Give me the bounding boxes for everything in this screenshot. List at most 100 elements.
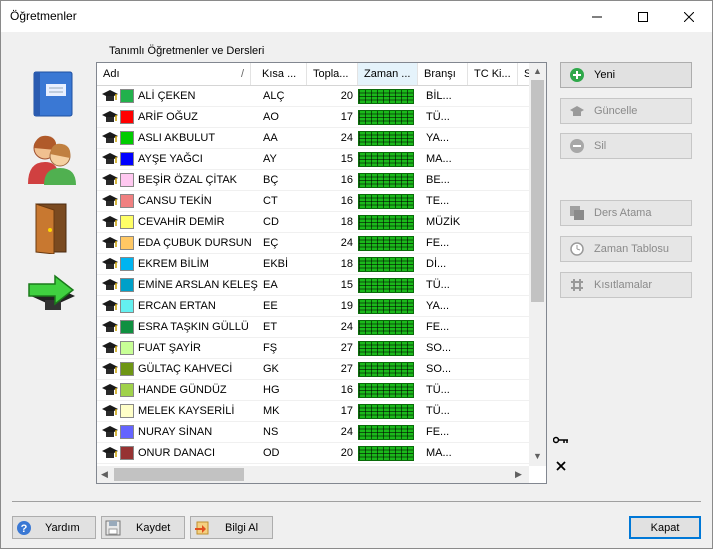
column-header-schedule[interactable]: Zaman ...	[358, 63, 418, 85]
table-row[interactable]: ESRA TAŞKIN GÜLLÜ ET 24 FE...	[97, 317, 530, 338]
teacher-branch: YA...	[426, 132, 450, 144]
table-row[interactable]: ASLI AKBULUT AA 24 YA...	[97, 128, 530, 149]
column-header-name[interactable]: Adı /	[97, 63, 251, 85]
key-icon[interactable]	[552, 435, 569, 448]
table-row[interactable]: EDA ÇUBUK DURSUN EÇ 24 FE...	[97, 233, 530, 254]
teacher-branch: MÜZİK	[426, 216, 461, 228]
teachers-people-icon[interactable]	[26, 132, 78, 189]
minimize-button[interactable]	[574, 1, 620, 32]
constraints-button[interactable]: Kısıtlamalar	[560, 272, 692, 298]
course-assignment-button[interactable]: Ders Atama	[560, 200, 692, 226]
table-row[interactable]: ALİ ÇEKEN ALÇ 20 BİL...	[97, 86, 530, 107]
teacher-color-swatch	[120, 278, 134, 292]
table-row[interactable]: EKREM BİLİM EKBİ 18 Dİ...	[97, 254, 530, 275]
table-row[interactable]: ONUR DANACI OD 20 MA...	[97, 443, 530, 464]
graduation-arrow-icon[interactable]	[27, 272, 79, 319]
add-icon	[569, 67, 585, 83]
vertical-scrollbar[interactable]: ▲ ▼	[529, 63, 546, 466]
teacher-short-name: EÇ	[263, 237, 279, 249]
door-icon[interactable]	[34, 202, 74, 257]
table-row[interactable]: BEŞİR ÖZAL ÇİTAK BÇ 16 BE...	[97, 170, 530, 191]
footer-separator	[12, 501, 701, 502]
help-button[interactable]: ? Yardım	[12, 516, 96, 539]
teacher-total-hours: 19	[340, 300, 353, 312]
teacher-short-name: CD	[263, 216, 279, 228]
save-button[interactable]: Kaydet	[101, 516, 185, 539]
teacher-branch: MA...	[426, 447, 452, 459]
update-button[interactable]: Güncelle	[560, 98, 692, 124]
scroll-up-icon[interactable]: ▲	[533, 66, 542, 76]
graduation-cap-icon	[102, 110, 118, 124]
teacher-total-hours: 17	[340, 405, 353, 417]
graduation-cap-icon	[102, 446, 118, 460]
teacher-branch: TÜ...	[426, 279, 450, 291]
table-row[interactable]: GÜLTAÇ KAHVECİ GK 27 SO...	[97, 359, 530, 380]
teacher-total-hours: 18	[340, 216, 353, 228]
schedule-grid-preview	[358, 131, 414, 146]
teacher-branch: YA...	[426, 300, 450, 312]
table-row[interactable]: MELEK KAYSERİLİ MK 17 TÜ...	[97, 401, 530, 422]
graduation-cap-icon	[102, 299, 118, 313]
teacher-branch: BE...	[426, 174, 450, 186]
graduation-cap-icon	[102, 278, 118, 292]
schedule-grid-preview	[358, 89, 414, 104]
teacher-total-hours: 15	[340, 279, 353, 291]
teacher-short-name: MK	[263, 405, 280, 417]
new-button[interactable]: Yeni	[560, 62, 692, 88]
teacher-short-name: EKBİ	[263, 258, 289, 270]
teacher-short-name: OD	[263, 447, 280, 459]
column-header-branch[interactable]: Branşı	[418, 63, 468, 85]
vertical-scroll-thumb[interactable]	[531, 80, 544, 302]
schedule-grid-preview	[358, 320, 414, 335]
teacher-branch: Dİ...	[426, 258, 447, 270]
remove-icon	[569, 138, 585, 154]
teacher-color-swatch	[120, 383, 134, 397]
teacher-color-swatch	[120, 299, 134, 313]
teacher-total-hours: 24	[340, 321, 353, 333]
graduation-cap-icon	[102, 236, 118, 250]
schedule-grid-preview	[358, 383, 414, 398]
scroll-left-icon[interactable]: ◀	[101, 469, 108, 480]
info-button[interactable]: Bilgi Al	[190, 516, 273, 539]
table-row[interactable]: FUAT ŞAYİR FŞ 27 SO...	[97, 338, 530, 359]
delete-button[interactable]: Sil	[560, 133, 692, 159]
teacher-color-swatch	[120, 362, 134, 376]
horizontal-scroll-thumb[interactable]	[114, 468, 244, 481]
book-icon[interactable]	[32, 70, 74, 121]
teacher-short-name: ET	[263, 321, 278, 333]
teacher-color-swatch	[120, 131, 134, 145]
scroll-right-icon[interactable]: ▶	[515, 469, 522, 480]
teacher-short-name: BÇ	[263, 174, 279, 186]
close-button[interactable]	[666, 1, 712, 32]
table-row[interactable]: EMİNE ARSLAN KELEŞ EA 15 TÜ...	[97, 275, 530, 296]
teacher-total-hours: 24	[340, 426, 353, 438]
table-row[interactable]: NURAY SİNAN NS 24 FE...	[97, 422, 530, 443]
schedule-grid-preview	[358, 341, 414, 356]
schedule-grid-preview	[358, 278, 414, 293]
table-row[interactable]: CANSU TEKİN CT 16 TE...	[97, 191, 530, 212]
horizontal-scrollbar[interactable]: ◀ ▶	[97, 466, 529, 483]
table-row[interactable]: ERCAN ERTAN EE 19 YA...	[97, 296, 530, 317]
table-row[interactable]: AYŞE YAĞCI AY 15 MA...	[97, 149, 530, 170]
clear-x-icon[interactable]	[556, 461, 566, 474]
column-header-short[interactable]: Kısa ...	[256, 63, 307, 85]
teacher-short-name: AO	[263, 111, 279, 123]
table-row[interactable]: HANDE GÜNDÜZ HG 16 TÜ...	[97, 380, 530, 401]
time-table-button[interactable]: Zaman Tablosu	[560, 236, 692, 262]
teacher-total-hours: 27	[340, 363, 353, 375]
teacher-color-swatch	[120, 110, 134, 124]
column-header-tc[interactable]: TC Ki...	[468, 63, 518, 85]
teacher-color-swatch	[120, 341, 134, 355]
teacher-short-name: AY	[263, 153, 277, 165]
teacher-branch: TÜ...	[426, 111, 450, 123]
table-row[interactable]: CEVAHİR DEMİR CD 18 MÜZİK	[97, 212, 530, 233]
teachers-grid[interactable]: Adı / Kısa ... Topla... Zaman ... Branşı…	[96, 62, 547, 484]
maximize-button[interactable]	[620, 1, 666, 32]
close-dialog-button[interactable]: Kapat	[629, 516, 701, 539]
teacher-branch: SO...	[426, 342, 452, 354]
graduation-cap-icon	[102, 404, 118, 418]
copy-icon	[569, 205, 585, 221]
scroll-down-icon[interactable]: ▼	[533, 451, 542, 461]
table-row[interactable]: ARİF OĞUZ AO 17 TÜ...	[97, 107, 530, 128]
column-header-total[interactable]: Topla...	[307, 63, 358, 85]
